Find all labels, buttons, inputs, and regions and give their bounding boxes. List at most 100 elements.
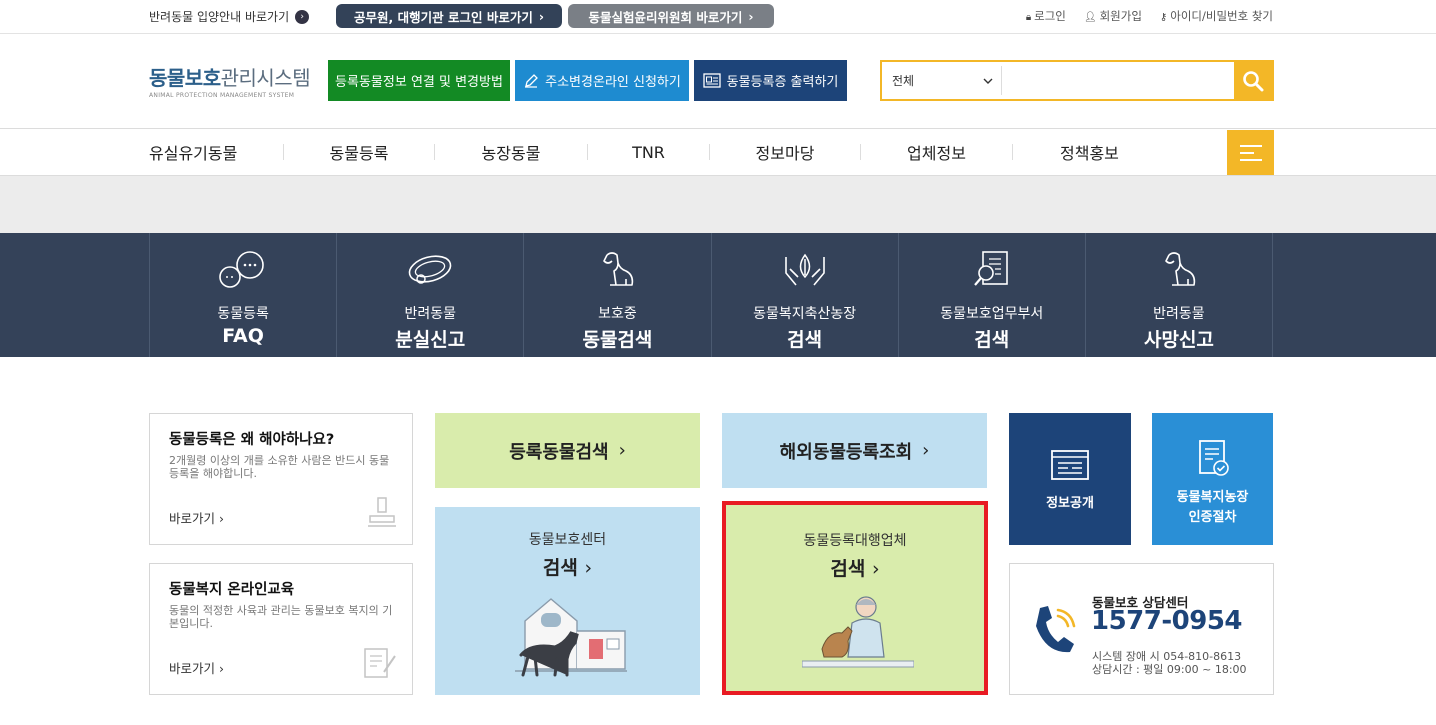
search-button[interactable] <box>1234 62 1272 99</box>
chevron-right-icon: › <box>748 8 754 24</box>
why-register-link-label: 바로가기 <box>169 511 216 526</box>
why-register-title: 동물등록은 왜 해야하나요? <box>169 432 335 448</box>
logo-main: 동물보호 <box>149 66 221 90</box>
adoption-guide-link[interactable]: 반려동물 입양안내 바로가기 › <box>149 8 310 25</box>
protection-center-line1: 동물보호센터 <box>528 532 607 548</box>
site-logo[interactable]: 동물보호관리시스템 ANIMAL PROTECTION MANAGEMENT S… <box>149 62 311 99</box>
clipboard-pen-icon <box>364 648 396 678</box>
quick-line2: 검색 <box>974 329 1010 351</box>
lock-icon: 🔒︎ <box>1025 12 1032 23</box>
chevron-right-icon: › <box>219 661 224 676</box>
dog-icon <box>1165 252 1196 286</box>
quick-line2: 검색 <box>787 329 823 351</box>
registered-animal-search-button[interactable]: 등록동물검색 › <box>435 413 700 488</box>
dog-icon <box>603 252 634 286</box>
why-register-card[interactable]: 동물등록은 왜 해야하나요? 2개월령 이상의 개를 소유한 사람은 반드시 동… <box>149 413 413 545</box>
registration-agency-line1: 동물등록대행업체 <box>803 533 907 549</box>
header: 동물보호관리시스템 ANIMAL PROTECTION MANAGEMENT S… <box>0 34 1436 129</box>
search-bar: 전체 <box>880 60 1274 101</box>
top-bar: 반려동물 입양안내 바로가기 › 공무원, 대행기관 로그인 바로가기 › 동물… <box>0 0 1436 34</box>
chevron-down-icon <box>983 78 993 84</box>
document-search-icon <box>973 251 1008 286</box>
protection-center-search-card[interactable]: 동물보호센터 검색 › <box>435 507 700 695</box>
nav-item-info[interactable]: 정보마당 <box>710 140 860 164</box>
chevron-right-icon: › <box>922 440 930 461</box>
user-icon: 👤︎ <box>1083 12 1097 23</box>
adoption-guide-label: 반려동물 입양안내 바로가기 <box>149 10 290 24</box>
search-icon <box>1243 70 1264 91</box>
pencil-icon <box>525 73 539 88</box>
registration-agency-line2: 검색 <box>830 558 866 580</box>
logo-sub: 관리시스템 <box>220 66 311 90</box>
online-education-card[interactable]: 동물복지 온라인교육 동물의 적정한 사육과 관리는 동물보호 복지의 기본입니… <box>149 563 413 695</box>
arrow-right-icon: › <box>295 9 310 24</box>
chat-bubbles-icon <box>219 251 264 288</box>
quick-line2: FAQ <box>222 325 264 347</box>
registration-agency-search-card[interactable]: 동물등록대행업체 검색 › <box>722 501 988 695</box>
vet-with-dog-illustration <box>802 596 914 668</box>
main-nav: 유실유기동물 동물등록 농장동물 TNR 정보마당 업체정보 정책홍보 <box>0 130 1436 176</box>
online-education-link-label: 바로가기 <box>169 661 216 676</box>
nav-item-business[interactable]: 업체정보 <box>861 140 1012 164</box>
counsel-phone-number[interactable]: 1577-0954 <box>1091 606 1243 636</box>
quick-registration-faq[interactable]: 동물등록 FAQ <box>150 233 338 357</box>
pet-collar-icon <box>408 255 452 284</box>
protection-center-line2: 검색 <box>542 557 578 579</box>
information-disclosure-label: 정보공개 <box>1046 496 1094 512</box>
ethics-committee-label: 동물실험윤리위원회 바로가기 <box>588 9 743 25</box>
chevron-right-icon: › <box>584 557 593 579</box>
login-link[interactable]: 🔒︎ 로그인 <box>1026 8 1066 24</box>
quick-protected-animal-search[interactable]: 보호중 동물검색 <box>524 233 712 357</box>
key-icon: ⚷ <box>1159 12 1168 23</box>
online-education-title: 동물복지 온라인교육 <box>169 582 295 598</box>
chevron-right-icon: › <box>538 8 544 24</box>
search-input[interactable] <box>1002 62 1234 99</box>
official-login-label: 공무원, 대행기관 로그인 바로가기 <box>354 9 533 25</box>
why-register-desc: 2개월령 이상의 개를 소유한 사람은 반드시 동물등록을 해야합니다. <box>169 454 390 480</box>
nav-item-farm-animals[interactable]: 농장동물 <box>435 140 587 164</box>
nav-item-registration[interactable]: 동물등록 <box>284 140 434 164</box>
counsel-center-card: 동물보호 상담센터 1577-0954 시스템 장애 시 054-810-861… <box>1009 563 1274 695</box>
quick-death-report[interactable]: 반려동물 사망신고 <box>1086 233 1274 357</box>
login-label: 로그인 <box>1034 9 1066 23</box>
quick-department-search[interactable]: 동물보호업무부서 검색 <box>899 233 1086 357</box>
why-register-link[interactable]: 바로가기 › <box>169 508 224 527</box>
official-login-button[interactable]: 공무원, 대행기관 로그인 바로가기 › <box>336 4 562 28</box>
online-education-link[interactable]: 바로가기 › <box>169 658 224 677</box>
welfare-farm-certification-tile[interactable]: 동물복지농장 인증절차 <box>1152 413 1273 545</box>
hands-leaf-icon <box>784 253 825 286</box>
quick-line1: 동물등록 <box>217 306 269 322</box>
registered-animal-search-label: 등록동물검색 <box>509 441 609 463</box>
quick-line2: 동물검색 <box>582 329 653 351</box>
quick-lost-report[interactable]: 반려동물 분실신고 <box>337 233 525 357</box>
information-disclosure-tile[interactable]: 정보공개 <box>1009 413 1131 545</box>
chevron-right-icon: › <box>871 558 880 580</box>
quick-line1: 보호중 <box>598 306 637 322</box>
overseas-registration-button[interactable]: 해외동물등록조회 › <box>722 413 987 488</box>
overseas-registration-label: 해외동물등록조회 <box>779 441 913 463</box>
ethics-committee-button[interactable]: 동물실험윤리위원회 바로가기 › <box>568 4 774 28</box>
nav-item-policy[interactable]: 정책홍보 <box>1013 140 1221 164</box>
quick-line1: 반려동물 <box>404 306 457 322</box>
quick-welfare-farm-search[interactable]: 동물복지축산농장 검색 <box>712 233 899 357</box>
search-category-select[interactable]: 전체 <box>882 66 1002 95</box>
find-account-link[interactable]: ⚷ 아이디/비밀번호 찾기 <box>1160 8 1273 24</box>
phone-icon <box>1036 606 1076 653</box>
link-change-method-button[interactable]: 등록동물정보 연결 및 변경방법 <box>328 60 510 101</box>
quick-line1: 동물복지축산농장 <box>753 306 857 322</box>
logo-english: ANIMAL PROTECTION MANAGEMENT SYSTEM <box>149 92 295 99</box>
chevron-right-icon: › <box>618 440 626 461</box>
shelter-dog-illustration <box>515 598 627 677</box>
menu-icon[interactable] <box>1227 130 1274 175</box>
print-certificate-button[interactable]: 동물등록증 출력하기 <box>694 60 847 101</box>
welfare-farm-line2: 인증절차 <box>1188 510 1237 526</box>
certified-document-icon <box>1198 440 1229 476</box>
online-education-desc: 동물의 적정한 사육과 관리는 동물보호 복지의 기본입니다. <box>169 604 393 630</box>
nav-item-lost-animals[interactable]: 유실유기동물 <box>149 140 283 164</box>
stamp-icon <box>368 497 396 527</box>
quick-menu: 동물등록 FAQ 반려동물 분실신고 보호중 동물검색 동물복지축산농장 검색 … <box>0 233 1436 357</box>
link-change-method-label: 등록동물정보 연결 및 변경방법 <box>335 75 503 90</box>
address-change-button[interactable]: 주소변경온라인 신청하기 <box>515 60 689 101</box>
signup-link[interactable]: 👤︎ 회원가입 <box>1084 8 1142 24</box>
nav-item-tnr[interactable]: TNR <box>588 143 709 162</box>
